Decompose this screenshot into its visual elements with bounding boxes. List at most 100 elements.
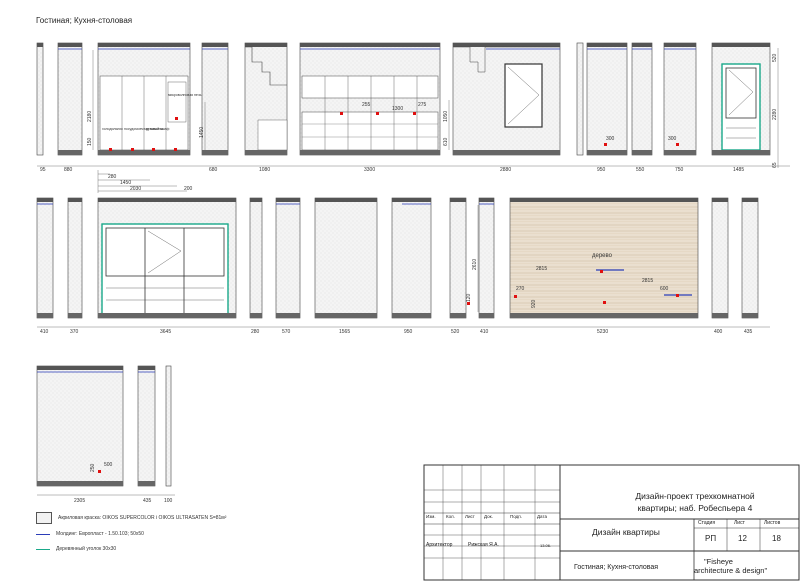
sheet-name: Гостиная; Кухня-столовая xyxy=(574,564,659,571)
vdim-1450: 1450 xyxy=(199,127,205,138)
vdim-2280: 2280 xyxy=(772,109,778,120)
vdim-520: 520 xyxy=(772,53,778,62)
molding-line-icon xyxy=(36,533,50,535)
wall-r2-4 xyxy=(275,197,301,319)
elevation-row-1 xyxy=(36,42,771,156)
wood-dim-3: 270 xyxy=(516,286,525,292)
sheets-value: 18 xyxy=(772,534,781,543)
wall-r1-3 xyxy=(201,42,229,156)
appliance-1: холодильник xyxy=(102,127,123,131)
legend-corner: Деревянный уголок 30х30 xyxy=(36,546,116,552)
dim-r2-1: 410 xyxy=(40,329,49,335)
wall-r3-3 xyxy=(165,365,172,487)
dim-r2-4: 280 xyxy=(251,329,260,335)
legend-molding: Молдинг: Европласт - 1.50.103; 50х50 xyxy=(36,531,144,537)
dim-r2-8: 520 xyxy=(451,329,460,335)
dim-k-255: 255 xyxy=(362,102,371,108)
dim-r1-3: 680 xyxy=(209,167,218,173)
dim-r2-2: 370 xyxy=(70,329,79,335)
wood-dim-5: 920 xyxy=(531,299,537,308)
wall-r1-1 xyxy=(36,42,44,156)
dim-k-1300: 1300 xyxy=(392,106,403,112)
dim-r2-11: 400 xyxy=(714,329,723,335)
vdim-120: 120 xyxy=(466,293,472,302)
dim-small-300a: 300 xyxy=(606,136,615,142)
col-doc: Док. xyxy=(484,514,493,519)
appliance-3: духовой шкаф xyxy=(146,127,170,131)
paint-swatch-icon xyxy=(36,512,52,524)
wood-dim-1: 2815 xyxy=(536,266,547,272)
dim-r1-6: 2880 xyxy=(500,167,511,173)
dim-small-300b: 300 xyxy=(668,136,677,142)
dim-r1-1: 95 xyxy=(40,167,46,173)
dim-r2-12: 435 xyxy=(744,329,753,335)
wall-r1-4 xyxy=(576,42,584,156)
dim-r2-10: 5230 xyxy=(597,329,608,335)
wood-dim-2: 2815 xyxy=(642,278,653,284)
corner-line-icon xyxy=(36,548,50,550)
wall-r1-6 xyxy=(631,42,653,156)
dim-k-200: 200 xyxy=(184,186,193,192)
wall-r1-2 xyxy=(57,42,83,156)
col-list: Лист xyxy=(465,514,475,519)
elevation-row-3 xyxy=(36,365,172,487)
vdim-2180: 2180 xyxy=(87,111,93,122)
title-block: Дизайн-проект трехкомнатной квартиры; на… xyxy=(424,465,800,581)
wall-r3-2 xyxy=(137,365,156,487)
dim-r1-8: 550 xyxy=(636,167,645,173)
wall-r2-9 xyxy=(711,197,729,319)
dim-r1-9: 750 xyxy=(675,167,684,173)
vdim-150: 150 xyxy=(87,137,93,146)
dim-r1-2: 880 xyxy=(64,167,73,173)
elevation-row-2 xyxy=(36,197,759,319)
dim-r2-7: 950 xyxy=(404,329,413,335)
dim-r3-1: 2305 xyxy=(74,498,85,504)
role: Архитектор xyxy=(426,542,453,548)
wall-r1-stair xyxy=(244,42,288,156)
project-title-1: Дизайн-проект трехкомнатной xyxy=(635,491,755,501)
legend-paint: Акриловая краска: OIKOS SUPERCOLOR i OIK… xyxy=(36,512,226,524)
vdim-2610: 2610 xyxy=(472,259,478,270)
appliance-4: микроволновая печь xyxy=(168,93,202,97)
wall-r3-1 xyxy=(36,365,124,487)
wall-r2-2 xyxy=(67,197,83,319)
legend-paint-text: Акриловая краска: OIKOS SUPERCOLOR i OIK… xyxy=(58,515,227,521)
dim-r1-5: 3300 xyxy=(364,167,375,173)
dim-r3-3: 100 xyxy=(164,498,173,504)
wood-label: дерево xyxy=(592,253,613,259)
dim-k-2030: 2030 xyxy=(130,186,141,192)
company-2: architecture & design" xyxy=(694,566,768,575)
person: Рижская Я.А. xyxy=(468,542,499,548)
wall-r2-8 xyxy=(478,197,495,319)
date: 13.06. xyxy=(540,543,552,548)
stage-header: Стадия xyxy=(698,520,716,526)
wood-dim-4: 600 xyxy=(660,286,669,292)
dim-k-280: 280 xyxy=(108,174,117,180)
col-kol: Кол. xyxy=(446,514,455,519)
dim-r3-small-1: 500 xyxy=(104,462,113,468)
row1-dimension-labels: 95 880 680 1080 3300 2880 950 550 750 14… xyxy=(40,167,744,173)
dim-r2-3: 3645 xyxy=(160,329,171,335)
dim-r2-9: 410 xyxy=(480,329,489,335)
col-date: Дата xyxy=(537,514,547,519)
company-1: "Fisheye xyxy=(704,557,733,566)
doc-title: Дизайн квартиры xyxy=(592,527,660,537)
sheets-header: Листов xyxy=(764,520,781,526)
sheet-header: Лист xyxy=(734,520,745,526)
wall-r1-window-2 xyxy=(711,42,771,156)
col-izm: Изм. xyxy=(426,514,436,519)
legend: Акриловая краска: OIKOS SUPERCOLOR i OIK… xyxy=(36,512,416,572)
wall-r1-kitchen-left xyxy=(97,42,191,156)
dim-r2-5: 570 xyxy=(282,329,291,335)
wall-r1-window xyxy=(452,42,561,156)
wall-r2-6 xyxy=(391,197,432,319)
sheet-value: 12 xyxy=(738,534,747,543)
wall-r2-10 xyxy=(741,197,759,319)
legend-molding-text: Молдинг: Европласт - 1.50.103; 50х50 xyxy=(56,531,144,537)
vdim-65: 65 xyxy=(772,162,778,168)
legend-corner-text: Деревянный уголок 30х30 xyxy=(56,546,117,552)
wall-r1-kitchen-cabinets xyxy=(299,42,441,156)
dim-r1-7: 950 xyxy=(597,167,606,173)
dim-r1-10: 1485 xyxy=(733,167,744,173)
dim-k-275: 275 xyxy=(418,102,427,108)
